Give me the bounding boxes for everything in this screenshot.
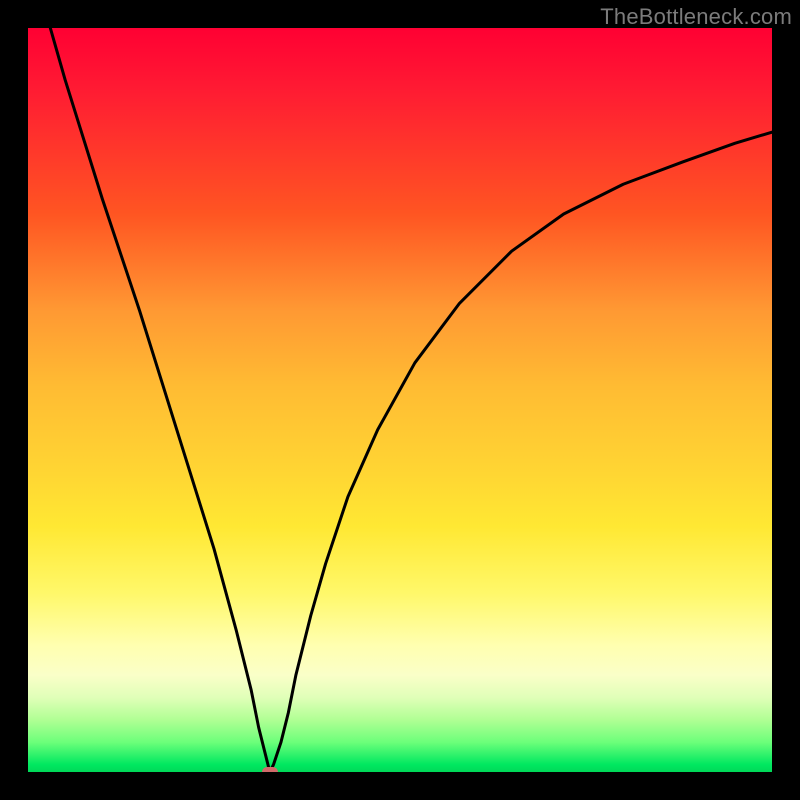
watermark-text: TheBottleneck.com <box>600 4 792 30</box>
plot-area <box>28 28 772 772</box>
bottleneck-curve <box>28 28 772 772</box>
chart-frame: TheBottleneck.com <box>0 0 800 800</box>
optimal-point-marker <box>262 767 278 772</box>
